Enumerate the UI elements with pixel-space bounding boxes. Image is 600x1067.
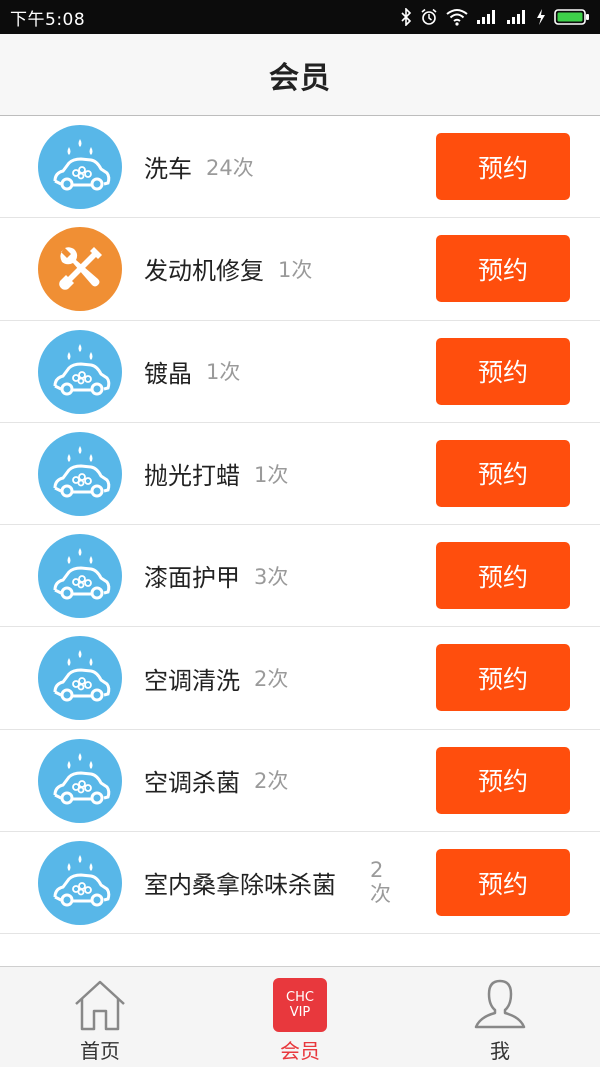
status-bar: 下午5:08 — [0, 0, 600, 34]
car-wash-icon — [38, 534, 122, 619]
vip-icon: CHC VIP — [270, 977, 330, 1033]
signal-icon-2 — [507, 10, 525, 24]
vip-badge: CHC VIP — [273, 978, 327, 1032]
status-icons — [400, 8, 590, 26]
list-item: 室内桑拿除味杀菌 2次 预约 — [0, 832, 600, 935]
service-count: 1次 — [206, 360, 241, 385]
service-name-text: 空调清洗 — [144, 666, 240, 695]
car-wash-icon — [38, 841, 122, 926]
bluetooth-icon — [401, 8, 412, 26]
list-item: 空调清洗 2次 预约 — [0, 627, 600, 730]
service-name: 漆面护甲 3次 — [144, 525, 288, 626]
car-wash-icon — [38, 431, 122, 516]
service-name: 抛光打蜡 1次 — [144, 423, 288, 524]
wrench-screwdriver-icon — [38, 227, 122, 312]
service-name: 发动机修复 1次 — [144, 218, 312, 319]
service-count: 1次 — [254, 462, 289, 487]
vip-badge-top: CHC — [286, 990, 314, 1005]
bottom-tab-bar: 首页 CHC VIP 会员 我 — [0, 966, 600, 1067]
service-name-text: 漆面护甲 — [144, 564, 240, 593]
service-name-text: 镀晶 — [144, 359, 192, 388]
charging-icon — [537, 9, 545, 25]
service-name: 室内桑拿除味杀菌 — [144, 832, 336, 933]
service-name-text: 发动机修复 — [144, 257, 264, 286]
book-button[interactable]: 预约 — [436, 337, 570, 405]
wifi-icon — [446, 9, 468, 26]
status-time: 下午5:08 — [10, 9, 86, 30]
service-name-text: 洗车 — [144, 155, 192, 184]
service-name: 洗车 24次 — [144, 116, 254, 217]
service-name: 空调杀菌 2次 — [144, 730, 288, 831]
tab-label: 首页 — [80, 1039, 120, 1063]
list-item: 漆面护甲 3次 预约 — [0, 525, 600, 628]
signal-icon — [477, 10, 495, 24]
tab-vip[interactable]: CHC VIP 会员 — [240, 967, 360, 1067]
service-name: 镀晶 1次 — [144, 321, 240, 422]
list-item: 镀晶 1次 预约 — [0, 321, 600, 423]
tab-label: 会员 — [280, 1039, 320, 1063]
vip-badge-bottom: VIP — [289, 1005, 311, 1020]
tab-me[interactable]: 我 — [440, 967, 560, 1067]
car-wash-icon — [38, 329, 122, 414]
service-name-text: 空调杀菌 — [144, 768, 240, 797]
service-count: 1次 — [278, 257, 313, 282]
service-list: 洗车 24次 预约 发动机修复 1次 预约 镀晶 1次 预约 抛光打蜡 1次 预约 漆面… — [0, 116, 600, 935]
service-name-text: 室内桑拿除味杀菌 — [144, 871, 336, 900]
header: 会员 — [0, 34, 600, 116]
book-button[interactable]: 预约 — [436, 439, 570, 507]
book-button[interactable]: 预约 — [436, 542, 570, 610]
tab-home[interactable]: 首页 — [40, 967, 160, 1067]
service-count: 24次 — [206, 155, 254, 180]
list-item: 空调杀菌 2次 预约 — [0, 730, 600, 833]
list-item: 洗车 24次 预约 — [0, 116, 600, 219]
battery-icon — [554, 9, 589, 25]
book-button[interactable]: 预约 — [436, 644, 570, 712]
service-name-text: 抛光打蜡 — [144, 462, 240, 491]
book-button[interactable]: 预约 — [436, 235, 570, 303]
book-button[interactable]: 预约 — [436, 746, 570, 814]
service-count: 2次 — [254, 769, 289, 794]
list-item: 发动机修复 1次 预约 — [0, 218, 600, 321]
page-title: 会员 — [269, 60, 331, 96]
car-wash-icon — [38, 125, 122, 209]
service-count: 2次 — [254, 667, 289, 692]
tab-label: 我 — [490, 1039, 510, 1063]
service-count: 3次 — [254, 564, 289, 589]
profile-icon — [470, 977, 530, 1033]
book-button[interactable]: 预约 — [436, 133, 570, 200]
alarm-icon — [421, 8, 437, 25]
car-wash-icon — [38, 636, 122, 721]
book-button[interactable]: 预约 — [436, 849, 570, 917]
home-icon — [70, 977, 130, 1033]
list-item: 抛光打蜡 1次 预约 — [0, 423, 600, 526]
service-name: 空调清洗 2次 — [144, 627, 288, 728]
car-wash-icon — [38, 738, 122, 823]
service-count: 2次 — [370, 858, 391, 907]
